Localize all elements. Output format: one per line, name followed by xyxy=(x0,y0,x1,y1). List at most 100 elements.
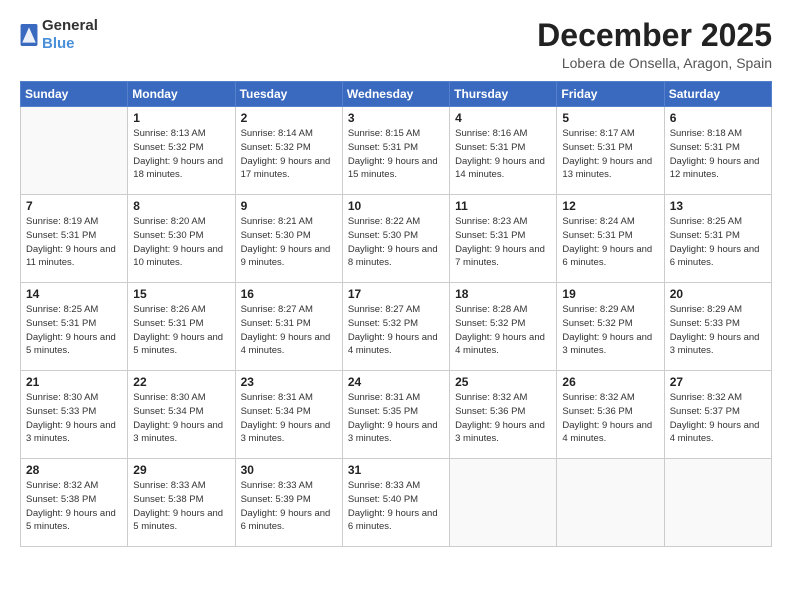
day-cell: 20 Sunrise: 8:29 AMSunset: 5:33 PMDayligh… xyxy=(664,283,771,371)
day-info: Sunrise: 8:30 AMSunset: 5:34 PMDaylight:… xyxy=(133,391,229,446)
logo-blue: Blue xyxy=(42,35,75,52)
weekday-header-friday: Friday xyxy=(557,82,664,107)
day-cell: 26Sunrise: 8:32 AMSunset: 5:36 PMDayligh… xyxy=(557,371,664,459)
day-number: 1 xyxy=(133,111,229,125)
logo-text: General Blue xyxy=(42,18,98,53)
day-info: Sunrise: 8:32 AMSunset: 5:37 PMDaylight:… xyxy=(670,391,766,446)
day-cell: 10 Sunrise: 8:22 AMSunset: 5:30 PMDayligh… xyxy=(342,195,449,283)
day-number: 7 xyxy=(26,199,122,213)
weekday-header-sunday: Sunday xyxy=(21,82,128,107)
weekday-header-wednesday: Wednesday xyxy=(342,82,449,107)
day-cell: 5Sunrise: 8:17 AMSunset: 5:31 PMDaylight… xyxy=(557,107,664,195)
day-cell xyxy=(21,107,128,195)
weekday-header-thursday: Thursday xyxy=(450,82,557,107)
day-info: Sunrise: 8:18 AMSunset: 5:31 PMDaylight:… xyxy=(670,127,766,182)
day-number: 12 xyxy=(562,199,658,213)
day-cell: 18Sunrise: 8:28 AMSunset: 5:32 PMDayligh… xyxy=(450,283,557,371)
day-number: 21 xyxy=(26,375,122,389)
day-info: Sunrise: 8:30 AMSunset: 5:33 PMDaylight:… xyxy=(26,391,122,446)
weekday-row: SundayMondayTuesdayWednesdayThursdayFrid… xyxy=(21,82,772,107)
day-cell: 1Sunrise: 8:13 AMSunset: 5:32 PMDaylight… xyxy=(128,107,235,195)
day-cell: 9 Sunrise: 8:21 AMSunset: 5:30 PMDaylight… xyxy=(235,195,342,283)
day-cell: 22 Sunrise: 8:30 AMSunset: 5:34 PMDayligh… xyxy=(128,371,235,459)
day-info: Sunrise: 8:32 AMSunset: 5:36 PMDaylight:… xyxy=(562,391,658,446)
day-info: Sunrise: 8:20 AMSunset: 5:30 PMDaylight:… xyxy=(133,215,229,270)
day-cell: 3 Sunrise: 8:15 AMSunset: 5:31 PMDaylight… xyxy=(342,107,449,195)
day-number: 13 xyxy=(670,199,766,213)
day-number: 3 xyxy=(348,111,444,125)
day-cell xyxy=(557,459,664,547)
logo-icon xyxy=(20,24,38,46)
day-info: Sunrise: 8:32 AMSunset: 5:36 PMDaylight:… xyxy=(455,391,551,446)
day-number: 23 xyxy=(241,375,337,389)
day-info: Sunrise: 8:32 AMSunset: 5:38 PMDaylight:… xyxy=(26,479,122,534)
day-cell: 25Sunrise: 8:32 AMSunset: 5:36 PMDayligh… xyxy=(450,371,557,459)
day-info: Sunrise: 8:27 AMSunset: 5:32 PMDaylight:… xyxy=(348,303,444,358)
day-cell: 30 Sunrise: 8:33 AMSunset: 5:39 PMDayligh… xyxy=(235,459,342,547)
day-info: Sunrise: 8:19 AMSunset: 5:31 PMDaylight:… xyxy=(26,215,122,270)
day-info: Sunrise: 8:21 AMSunset: 5:30 PMDaylight:… xyxy=(241,215,337,270)
day-number: 8 xyxy=(133,199,229,213)
day-number: 9 xyxy=(241,199,337,213)
day-cell: 6 Sunrise: 8:18 AMSunset: 5:31 PMDaylight… xyxy=(664,107,771,195)
day-cell: 2 Sunrise: 8:14 AMSunset: 5:32 PMDaylight… xyxy=(235,107,342,195)
day-cell: 11Sunrise: 8:23 AMSunset: 5:31 PMDayligh… xyxy=(450,195,557,283)
day-info: Sunrise: 8:31 AMSunset: 5:34 PMDaylight:… xyxy=(241,391,337,446)
day-cell: 31Sunrise: 8:33 AMSunset: 5:40 PMDayligh… xyxy=(342,459,449,547)
day-info: Sunrise: 8:33 AMSunset: 5:39 PMDaylight:… xyxy=(241,479,337,534)
day-cell: 24Sunrise: 8:31 AMSunset: 5:35 PMDayligh… xyxy=(342,371,449,459)
day-number: 22 xyxy=(133,375,229,389)
day-cell: 14 Sunrise: 8:25 AMSunset: 5:31 PMDayligh… xyxy=(21,283,128,371)
logo-general: General xyxy=(42,18,98,35)
day-cell: 29Sunrise: 8:33 AMSunset: 5:38 PMDayligh… xyxy=(128,459,235,547)
day-cell: 4 Sunrise: 8:16 AMSunset: 5:31 PMDaylight… xyxy=(450,107,557,195)
day-number: 16 xyxy=(241,287,337,301)
day-number: 15 xyxy=(133,287,229,301)
day-number: 14 xyxy=(26,287,122,301)
title-block: December 2025 Lobera de Onsella, Aragon,… xyxy=(537,18,772,71)
day-cell: 7 Sunrise: 8:19 AMSunset: 5:31 PMDaylight… xyxy=(21,195,128,283)
day-cell: 28Sunrise: 8:32 AMSunset: 5:38 PMDayligh… xyxy=(21,459,128,547)
day-info: Sunrise: 8:28 AMSunset: 5:32 PMDaylight:… xyxy=(455,303,551,358)
day-info: Sunrise: 8:22 AMSunset: 5:30 PMDaylight:… xyxy=(348,215,444,270)
day-number: 10 xyxy=(348,199,444,213)
week-row-0: 1Sunrise: 8:13 AMSunset: 5:32 PMDaylight… xyxy=(21,107,772,195)
day-cell: 8 Sunrise: 8:20 AMSunset: 5:30 PMDaylight… xyxy=(128,195,235,283)
day-info: Sunrise: 8:26 AMSunset: 5:31 PMDaylight:… xyxy=(133,303,229,358)
day-info: Sunrise: 8:31 AMSunset: 5:35 PMDaylight:… xyxy=(348,391,444,446)
day-number: 30 xyxy=(241,463,337,477)
day-number: 20 xyxy=(670,287,766,301)
day-info: Sunrise: 8:33 AMSunset: 5:38 PMDaylight:… xyxy=(133,479,229,534)
logo: General Blue xyxy=(20,18,98,53)
weekday-header-monday: Monday xyxy=(128,82,235,107)
month-title: December 2025 xyxy=(537,18,772,53)
day-number: 27 xyxy=(670,375,766,389)
location: Lobera de Onsella, Aragon, Spain xyxy=(537,55,772,71)
day-info: Sunrise: 8:25 AMSunset: 5:31 PMDaylight:… xyxy=(670,215,766,270)
weekday-header-saturday: Saturday xyxy=(664,82,771,107)
calendar: SundayMondayTuesdayWednesdayThursdayFrid… xyxy=(20,81,772,547)
day-info: Sunrise: 8:29 AMSunset: 5:33 PMDaylight:… xyxy=(670,303,766,358)
day-cell: 23 Sunrise: 8:31 AMSunset: 5:34 PMDayligh… xyxy=(235,371,342,459)
week-row-2: 14 Sunrise: 8:25 AMSunset: 5:31 PMDayligh… xyxy=(21,283,772,371)
day-number: 2 xyxy=(241,111,337,125)
day-number: 17 xyxy=(348,287,444,301)
day-info: Sunrise: 8:16 AMSunset: 5:31 PMDaylight:… xyxy=(455,127,551,182)
day-number: 6 xyxy=(670,111,766,125)
weekday-header-tuesday: Tuesday xyxy=(235,82,342,107)
day-info: Sunrise: 8:23 AMSunset: 5:31 PMDaylight:… xyxy=(455,215,551,270)
day-info: Sunrise: 8:29 AMSunset: 5:32 PMDaylight:… xyxy=(562,303,658,358)
week-row-3: 21 Sunrise: 8:30 AMSunset: 5:33 PMDayligh… xyxy=(21,371,772,459)
page: General Blue December 2025 Lobera de Ons… xyxy=(0,0,792,612)
day-info: Sunrise: 8:27 AMSunset: 5:31 PMDaylight:… xyxy=(241,303,337,358)
calendar-header: SundayMondayTuesdayWednesdayThursdayFrid… xyxy=(21,82,772,107)
day-info: Sunrise: 8:25 AMSunset: 5:31 PMDaylight:… xyxy=(26,303,122,358)
day-number: 4 xyxy=(455,111,551,125)
day-info: Sunrise: 8:14 AMSunset: 5:32 PMDaylight:… xyxy=(241,127,337,182)
day-cell: 27 Sunrise: 8:32 AMSunset: 5:37 PMDayligh… xyxy=(664,371,771,459)
day-info: Sunrise: 8:15 AMSunset: 5:31 PMDaylight:… xyxy=(348,127,444,182)
calendar-body: 1Sunrise: 8:13 AMSunset: 5:32 PMDaylight… xyxy=(21,107,772,547)
week-row-1: 7 Sunrise: 8:19 AMSunset: 5:31 PMDaylight… xyxy=(21,195,772,283)
day-cell: 17 Sunrise: 8:27 AMSunset: 5:32 PMDayligh… xyxy=(342,283,449,371)
day-number: 19 xyxy=(562,287,658,301)
